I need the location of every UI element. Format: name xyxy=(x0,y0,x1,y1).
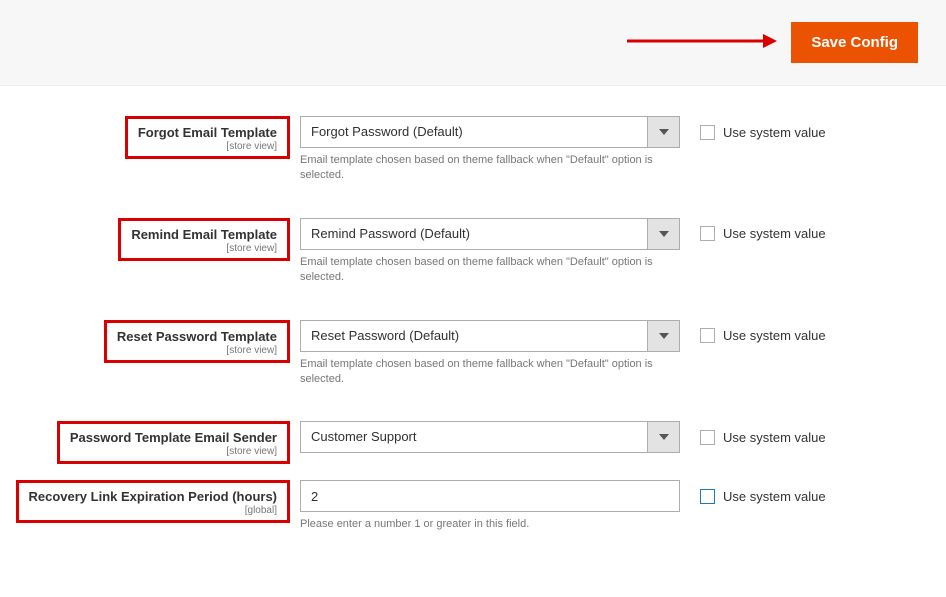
field-password-email-sender: Password Template Email Sender [store vi… xyxy=(0,421,946,464)
label-recovery-link-expiration: Recovery Link Expiration Period (hours) … xyxy=(16,480,291,523)
field-reset-password-template: Reset Password Template [store view] Res… xyxy=(0,320,946,388)
chevron-down-icon[interactable] xyxy=(648,320,680,352)
label-forgot-email-template: Forgot Email Template [store view] xyxy=(125,116,290,159)
field-recovery-link-expiration: Recovery Link Expiration Period (hours) … xyxy=(0,480,946,532)
field-forgot-email-template: Forgot Email Template [store view] Forgo… xyxy=(0,116,946,184)
help-text: Email template chosen based on theme fal… xyxy=(300,357,680,388)
select-remind-email-template[interactable]: Remind Password (Default) xyxy=(300,218,680,250)
label-text: Password Template Email Sender xyxy=(70,430,277,445)
use-system-label: Use system value xyxy=(723,125,826,140)
checkbox-use-system-recovery[interactable] xyxy=(700,489,715,504)
label-scope: [store view] xyxy=(138,141,277,152)
field-remind-email-template: Remind Email Template [store view] Remin… xyxy=(0,218,946,286)
select-value: Remind Password (Default) xyxy=(300,218,648,250)
label-password-email-sender: Password Template Email Sender [store vi… xyxy=(57,421,290,464)
help-text: Email template chosen based on theme fal… xyxy=(300,255,680,286)
use-system-label: Use system value xyxy=(723,226,826,241)
use-system-label: Use system value xyxy=(723,489,826,504)
label-scope: [store view] xyxy=(131,243,277,254)
save-config-button[interactable]: Save Config xyxy=(791,22,918,63)
toolbar: Save Config xyxy=(0,0,946,86)
select-forgot-email-template[interactable]: Forgot Password (Default) xyxy=(300,116,680,148)
chevron-down-icon[interactable] xyxy=(648,421,680,453)
select-value: Customer Support xyxy=(300,421,648,453)
help-text: Please enter a number 1 or greater in th… xyxy=(300,517,680,532)
label-text: Forgot Email Template xyxy=(138,125,277,140)
checkbox-use-system-remind[interactable] xyxy=(700,226,715,241)
help-text: Email template chosen based on theme fal… xyxy=(300,153,680,184)
chevron-down-icon[interactable] xyxy=(648,116,680,148)
use-system-label: Use system value xyxy=(723,328,826,343)
label-reset-password-template: Reset Password Template [store view] xyxy=(104,320,290,363)
label-scope: [store view] xyxy=(70,446,277,457)
label-remind-email-template: Remind Email Template [store view] xyxy=(118,218,290,261)
select-reset-password-template[interactable]: Reset Password (Default) xyxy=(300,320,680,352)
select-value: Reset Password (Default) xyxy=(300,320,648,352)
label-scope: [store view] xyxy=(117,345,277,356)
use-system-label: Use system value xyxy=(723,430,826,445)
chevron-down-icon[interactable] xyxy=(648,218,680,250)
checkbox-use-system-forgot[interactable] xyxy=(700,125,715,140)
checkbox-use-system-sender[interactable] xyxy=(700,430,715,445)
select-value: Forgot Password (Default) xyxy=(300,116,648,148)
checkbox-use-system-reset[interactable] xyxy=(700,328,715,343)
arrow-annotation xyxy=(627,32,777,53)
label-scope: [global] xyxy=(29,505,278,516)
select-password-email-sender[interactable]: Customer Support xyxy=(300,421,680,453)
label-text: Reset Password Template xyxy=(117,329,277,344)
input-recovery-link-expiration[interactable] xyxy=(300,480,680,512)
label-text: Recovery Link Expiration Period (hours) xyxy=(29,489,278,504)
label-text: Remind Email Template xyxy=(131,227,277,242)
config-form: Forgot Email Template [store view] Forgo… xyxy=(0,86,946,597)
